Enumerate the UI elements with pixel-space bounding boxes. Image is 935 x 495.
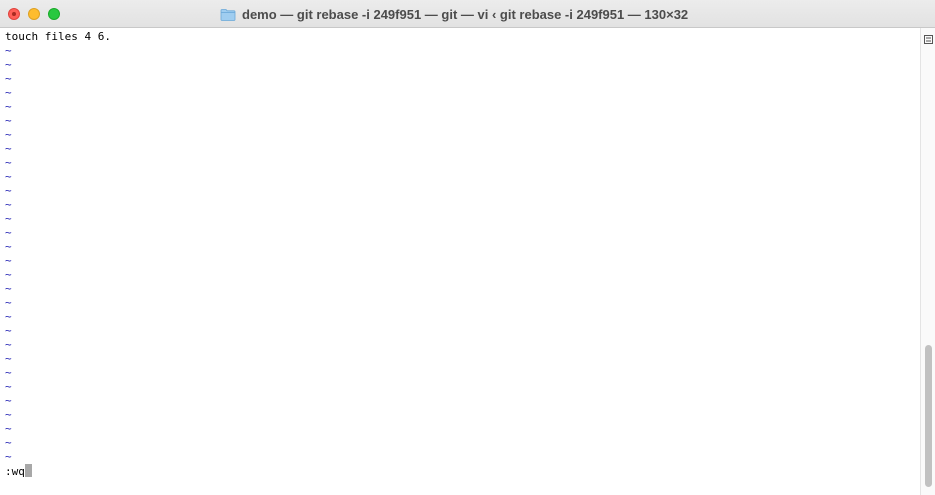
terminal-content[interactable]: touch files 4 6. ~ ~ ~ ~ ~ ~ ~ ~ ~ ~ ~ ~ ~ ~ ~ ~ ~ ~ ~ ~ ~ ~ ~… [0,28,920,495]
empty-line-marker: ~ [5,436,12,449]
empty-line-marker: ~ [5,254,12,267]
title-bar[interactable]: demo — git rebase -i 249f951 — git — vi … [0,0,935,28]
terminal-window: demo — git rebase -i 249f951 — git — vi … [0,0,935,495]
marks-menu-icon[interactable] [924,31,933,44]
empty-line-marker: ~ [5,72,12,85]
empty-line-marker: ~ [5,394,12,407]
empty-line-marker: ~ [5,380,12,393]
empty-line-marker: ~ [5,408,12,421]
empty-line-marker: ~ [5,324,12,337]
empty-line-marker: ~ [5,310,12,323]
empty-line-marker: ~ [5,114,12,127]
window-title-group: demo — git rebase -i 249f951 — git — vi … [220,0,688,28]
empty-line-marker: ~ [5,240,12,253]
empty-line-marker: ~ [5,296,12,309]
empty-line-marker: ~ [5,100,12,113]
empty-line-marker: ~ [5,282,12,295]
vertical-scrollbar[interactable] [920,28,935,495]
empty-line-marker: ~ [5,58,12,71]
empty-line-marker: ~ [5,44,12,57]
folder-icon [220,8,236,21]
empty-line-marker: ~ [5,142,12,155]
zoom-window-button[interactable] [48,8,60,20]
empty-line-marker: ~ [5,128,12,141]
empty-line-marker: ~ [5,184,12,197]
empty-line-marker: ~ [5,338,12,351]
scrollbar-thumb[interactable] [925,345,932,487]
command-text: :wq [5,465,25,478]
text-cursor [24,464,32,477]
empty-line-marker: ~ [5,352,12,365]
close-window-button[interactable] [8,8,20,20]
empty-line-marker: ~ [5,226,12,239]
empty-line-marker: ~ [5,86,12,99]
editor-first-line: touch files 4 6. [5,30,111,43]
empty-line-marker: ~ [5,198,12,211]
minimize-window-button[interactable] [28,8,40,20]
empty-line-marker: ~ [5,422,12,435]
window-title: demo — git rebase -i 249f951 — git — vi … [242,6,689,22]
empty-line-marker: ~ [5,170,12,183]
empty-line-marker: ~ [5,212,12,225]
empty-line-marker: ~ [5,366,12,379]
empty-line-marker: ~ [5,156,12,169]
empty-line-marker: ~ [5,268,12,281]
command-line[interactable]: :wq [5,464,32,478]
empty-line-marker: ~ [5,450,12,463]
